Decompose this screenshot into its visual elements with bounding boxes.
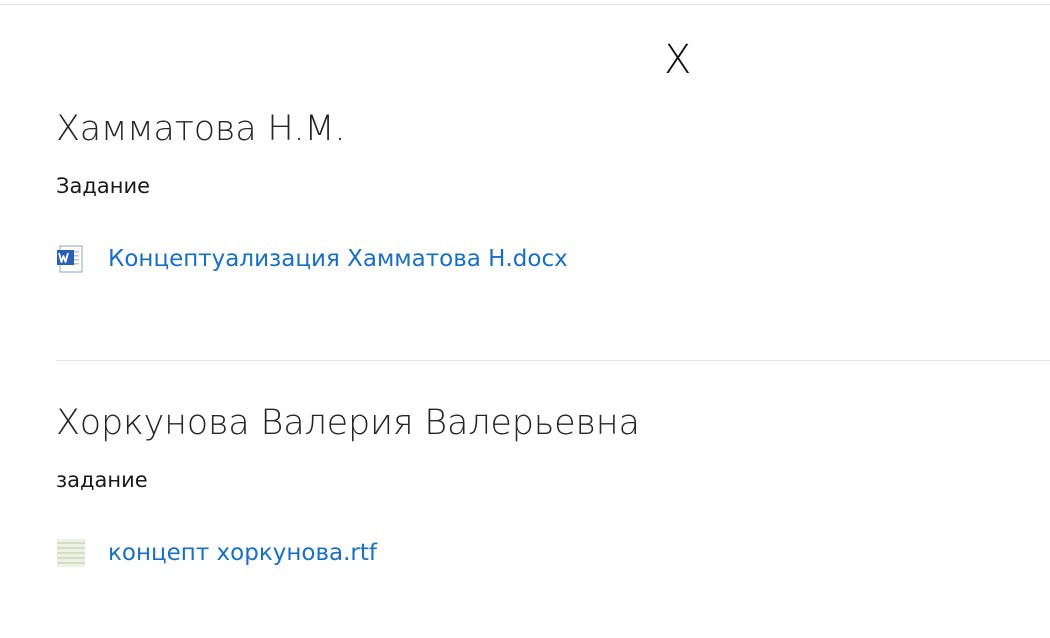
close-button[interactable]: X: [664, 38, 691, 82]
submission-entry: Хамматова Н.М. Задание Концептуализация …: [56, 106, 1050, 276]
assignment-label: Задание: [56, 174, 151, 198]
submission-entry: Хоркунова Валерия Валерьевна задание кон…: [56, 400, 1050, 570]
file-link[interactable]: Концептуализация Хамматова Н.docx: [108, 246, 568, 272]
rtf-doc-icon: [57, 539, 85, 567]
word-doc-icon: [57, 245, 83, 273]
attachment-row: Концептуализация Хамматова Н.docx: [56, 242, 1050, 276]
file-link[interactable]: концепт хоркунова.rtf: [108, 540, 377, 566]
attachment-row: концепт хоркунова.rtf: [56, 536, 1050, 570]
author-name: Хамматова Н.М.: [56, 109, 346, 149]
assignment-label: задание: [56, 468, 148, 492]
author-name: Хоркунова Валерия Валерьевна: [56, 403, 640, 443]
section-divider: [56, 360, 1050, 361]
top-divider: [0, 4, 1050, 5]
